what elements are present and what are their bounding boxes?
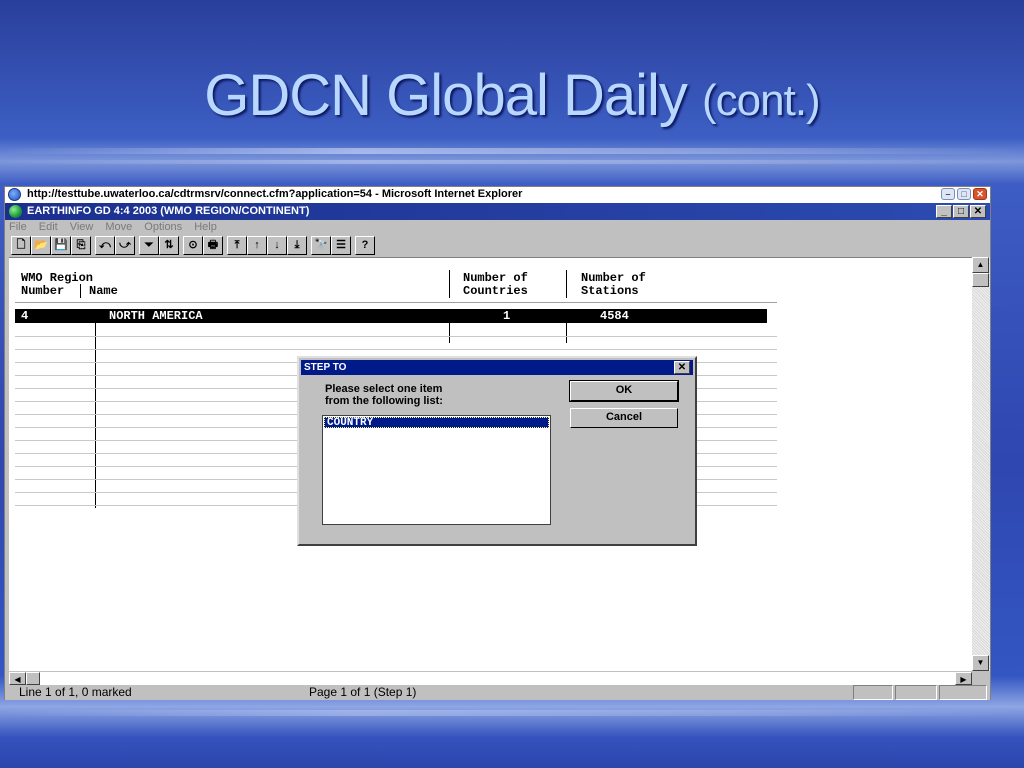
move-top-icon[interactable]: ⤒ (227, 236, 247, 255)
header-wmo-region: WMO Region (21, 271, 94, 285)
cell-region-name: NORTH AMERICA (109, 309, 203, 323)
dialog-prompt-line-1: Please select one item (325, 383, 443, 395)
dialog-titlebar: STEP TO ✕ (301, 360, 693, 375)
hscroll-thumb[interactable] (26, 672, 40, 685)
horizontal-scrollbar[interactable]: ◀ ▶ (9, 671, 972, 685)
toolbar: 🗋 📂 💾 ⎘ ⤺ ⤻ ⏷ ⇅ ⊙ 🖶 ⤒ ↑ ↓ ⤓ 🔭 ☰ ? (11, 236, 375, 256)
globe-icon (9, 205, 22, 218)
cell-countries: 1 (503, 309, 511, 323)
status-panel (853, 685, 893, 700)
header-stations: Stations (581, 284, 639, 298)
print-icon[interactable]: 🖶 (203, 236, 223, 255)
status-panel (895, 685, 937, 700)
scroll-thumb[interactable] (972, 273, 989, 287)
browser-close-button[interactable]: ✕ (973, 188, 987, 200)
browser-titlebar: http://testtube.uwaterloo.ca/cdtrmsrv/co… (5, 187, 990, 203)
header-countries: Countries (463, 284, 528, 298)
menubar: File Edit View Move Options Help (5, 220, 990, 235)
header-divider (449, 270, 450, 298)
move-up-icon[interactable]: ↑ (247, 236, 267, 255)
menu-edit[interactable]: Edit (39, 220, 58, 235)
menu-move[interactable]: Move (105, 220, 132, 235)
ie-icon (8, 188, 21, 201)
browser-maximize-button[interactable]: □ (957, 188, 971, 200)
save-icon[interactable]: 💾 (51, 236, 71, 255)
new-icon[interactable]: 🗋 (11, 236, 31, 255)
list-item-country[interactable]: COUNTRY (324, 417, 549, 429)
header-number: Number (21, 284, 65, 298)
slide-title-suffix: (cont.) (702, 76, 821, 125)
table-row[interactable]: 4 NORTH AMERICA 1 4584 (15, 309, 767, 323)
cancel-button[interactable]: Cancel (570, 408, 678, 428)
header-name: Name (89, 284, 118, 298)
scroll-up-arrow-icon[interactable]: ▲ (972, 257, 989, 273)
help-icon[interactable]: ? (355, 236, 375, 255)
statusbar: Line 1 of 1, 0 marked Page 1 of 1 (Step … (5, 685, 990, 700)
copy-icon[interactable]: ⎘ (71, 236, 91, 255)
dialog-prompt-line-2: from the following list: (325, 395, 443, 407)
app-titlebar: EARTHINFO GD 4:4 2003 (WMO REGION/CONTIN… (5, 203, 990, 220)
preview-icon[interactable]: ⊙ (183, 236, 203, 255)
list-icon[interactable]: ☰ (331, 236, 351, 255)
move-bottom-icon[interactable]: ⤓ (287, 236, 307, 255)
scroll-down-arrow-icon[interactable]: ▼ (972, 655, 989, 671)
status-panel (939, 685, 987, 700)
status-line-info: Line 1 of 1, 0 marked (19, 685, 132, 699)
scroll-left-arrow-icon[interactable]: ◀ (9, 672, 26, 685)
browser-title: http://testtube.uwaterloo.ca/cdtrmsrv/co… (27, 188, 523, 200)
menu-options[interactable]: Options (144, 220, 182, 235)
cell-stations: 4584 (600, 309, 629, 323)
menu-view[interactable]: View (70, 220, 94, 235)
find-binoculars-icon[interactable]: 🔭 (311, 236, 331, 255)
app-maximize-button[interactable]: □ (953, 205, 969, 218)
browser-minimize-button[interactable]: – (941, 188, 955, 200)
app-minimize-button[interactable]: _ (936, 205, 952, 218)
scroll-right-arrow-icon[interactable]: ▶ (955, 672, 972, 685)
selection-listbox[interactable]: COUNTRY (322, 415, 551, 525)
header-divider (80, 284, 81, 298)
header-rule (15, 302, 777, 303)
app-close-button[interactable]: ✕ (970, 205, 986, 218)
move-down-icon[interactable]: ↓ (267, 236, 287, 255)
ok-button[interactable]: OK (569, 380, 679, 402)
header-number-of-countries-1: Number of (463, 271, 528, 285)
filter-icon[interactable]: ⏷ (139, 236, 159, 255)
step-to-dialog: STEP TO ✕ Please select one item from th… (297, 356, 697, 546)
slide-title: GDCN Global Daily (cont.) (0, 62, 1024, 129)
vertical-scrollbar[interactable]: ▲ ▼ (972, 257, 990, 671)
cell-region-number: 4 (21, 309, 29, 323)
menu-help[interactable]: Help (194, 220, 217, 235)
menu-file[interactable]: File (9, 220, 27, 235)
forward-step-icon[interactable]: ⤻ (115, 236, 135, 255)
dialog-close-icon[interactable]: ✕ (674, 361, 690, 374)
open-folder-icon[interactable]: 📂 (31, 236, 51, 255)
header-number-of-stations-1: Number of (581, 271, 646, 285)
dialog-prompt: Please select one item from the followin… (325, 383, 525, 407)
header-divider (566, 270, 567, 298)
dialog-title: STEP TO (304, 362, 347, 373)
sort-icon[interactable]: ⇅ (159, 236, 179, 255)
slide-title-main: GDCN Global Daily (204, 63, 688, 128)
back-step-icon[interactable]: ⤺ (95, 236, 115, 255)
status-page-info: Page 1 of 1 (Step 1) (309, 685, 417, 699)
app-title: EARTHINFO GD 4:4 2003 (WMO REGION/CONTIN… (27, 205, 310, 217)
